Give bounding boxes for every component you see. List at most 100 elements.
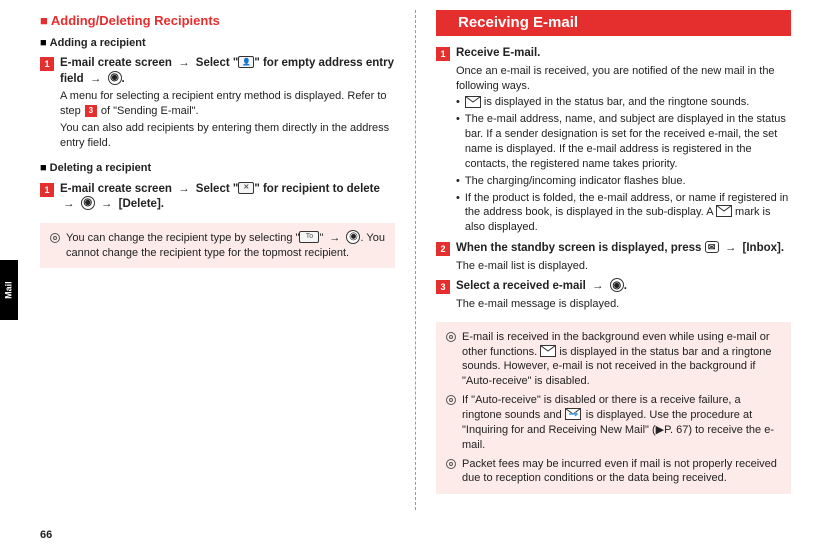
step-add-1-title: E-mail create screen → Select "👤" for em… [60,56,395,87]
note-ring-icon [50,233,60,243]
step-recv-2: 2 When the standby screen is displayed, … [436,241,791,273]
step-text-a: E-mail create screen [60,183,172,195]
step-number-icon: 1 [40,57,54,71]
b1b: is displayed in the status bar, and the … [481,96,749,108]
delete-x-icon: ✕ [238,182,254,194]
inline-step-3-icon: 3 [85,105,97,117]
left-column: ■Adding/Deleting Recipients ■Adding a re… [40,10,395,510]
envelope-icon [465,96,481,108]
bullet-text: is displayed in the status bar, and the … [465,95,749,110]
envelope-arrow-icon [565,408,583,420]
step-number-icon: 2 [436,242,450,256]
bullet-row: • is displayed in the status bar, and th… [456,95,791,110]
note-line: E-mail is received in the background eve… [446,330,781,389]
arrow-icon: → [329,232,340,244]
note-text: Packet fees may be incurred even if mail… [462,457,781,487]
note-text: E-mail is received in the background eve… [462,330,781,389]
center-key-icon: ◉ [108,71,122,85]
center-key-icon: ◉ [610,278,624,292]
to-field-icon: To [299,231,319,243]
s3b: . [624,280,627,292]
step-3-desc: The e-mail message is displayed. [456,297,791,312]
step-text-c: " for recipient to delete [254,183,380,195]
heading-add-delete: ■Adding/Deleting Recipients [40,12,395,30]
step-recv-1: 1 Receive E-mail. Once an e-mail is rece… [436,46,791,235]
step-3-title: Select a received e-mail → ◉. [456,279,791,295]
arrow-icon: → [592,280,604,292]
step-1-title: Receive E-mail. [456,46,791,62]
step-recv-3: 3 Select a received e-mail → ◉. The e-ma… [436,279,791,311]
bullet-icon: • [456,174,460,189]
step-del-1-title: E-mail create screen → Select "✕" for re… [60,182,395,213]
column-separator [415,10,416,510]
step-text-d: [Delete]. [119,198,164,210]
step-add-1-desc2: You can also add recipients by entering … [60,121,395,151]
add-person-icon: 👤 [238,56,254,68]
heading-receiving-text: Receiving E-mail [458,14,578,31]
note-ring-icon [446,459,456,469]
note-text: If "Auto-receive" is disabled or there i… [462,393,781,452]
arrow-icon: → [90,73,102,85]
step-number-icon: 1 [436,47,450,61]
page-number: 66 [40,528,52,543]
bullet-icon: • [456,95,460,110]
arrow-icon: → [178,57,190,69]
note-ring-icon [446,395,456,405]
step-del-1: 1 E-mail create screen → Select "✕" for … [40,182,395,213]
bullet-text: The charging/incoming indicator flashes … [465,174,686,189]
subheading-deleting-text: Deleting a recipient [50,162,151,174]
heading-add-delete-text: Adding/Deleting Recipients [51,13,220,28]
step-add-1: 1 E-mail create screen → Select "👤" for … [40,56,395,150]
note-a: You can change the recipient type by sel… [66,232,299,244]
heading-receiving: Receiving E-mail [436,10,791,36]
note-line: Packet fees may be incurred even if mail… [446,457,781,487]
step-text-a: E-mail create screen [60,57,172,69]
note-line: If "Auto-receive" is disabled or there i… [446,393,781,452]
note-text: You can change the recipient type by sel… [66,231,385,261]
center-key-icon: ◉ [81,196,95,210]
envelope-icon [540,345,556,357]
arrow-icon: → [63,198,75,210]
bullet-icon: • [456,191,460,236]
note-ring-icon [446,332,456,342]
s3a: Select a received e-mail [456,280,586,292]
subheading-adding: ■Adding a recipient [40,36,395,51]
desc1b: of "Sending E-mail". [101,105,199,117]
step-add-1-desc: A menu for selecting a recipient entry m… [60,89,395,119]
step-text-b: Select " [196,57,239,69]
bullet-text: The e-mail address, name, and subject ar… [465,112,791,171]
side-tab-label: Mail [3,281,15,299]
bullet-row: • The charging/incoming indicator flashe… [456,174,791,189]
center-key-icon: ◉ [346,230,360,244]
subheading-square-icon: ■ [40,37,47,49]
bullet-row: • If the product is folded, the e-mail a… [456,191,791,236]
page-columns: ■Adding/Deleting Recipients ■Adding a re… [0,0,815,510]
side-tab-mail: Mail [0,260,18,320]
bullet-row: • The e-mail address, name, and subject … [456,112,791,171]
subheading-square-icon: ■ [40,162,47,174]
note-b: " [319,232,323,244]
step-2-desc: The e-mail list is displayed. [456,259,791,274]
step-2-title: When the standby screen is displayed, pr… [456,241,791,257]
subheading-deleting: ■Deleting a recipient [40,161,395,176]
s2a: When the standby screen is displayed, pr… [456,242,705,254]
s2b: [Inbox]. [743,242,785,254]
step-number-icon: 1 [40,183,54,197]
step-text-b: Select " [196,183,239,195]
note-line: You can change the recipient type by sel… [50,231,385,261]
step-text-end: . [122,73,125,85]
step-number-icon: 3 [436,280,450,294]
heading-square-icon: ■ [40,13,48,28]
arrow-icon: → [101,198,113,210]
bullet-text: If the product is folded, the e-mail add… [465,191,791,236]
subheading-adding-text: Adding a recipient [50,37,146,49]
bullet-icon: • [456,112,460,171]
right-column: Receiving E-mail 1 Receive E-mail. Once … [436,10,791,510]
arrow-icon: → [178,183,190,195]
note-box-left: You can change the recipient type by sel… [40,223,395,269]
mail-key-icon: ✉ [705,241,719,253]
step-1-lead: Once an e-mail is received, you are noti… [456,64,791,94]
envelope-icon [716,205,732,217]
arrow-icon: → [725,242,737,254]
note-box-right: E-mail is received in the background eve… [436,322,791,494]
